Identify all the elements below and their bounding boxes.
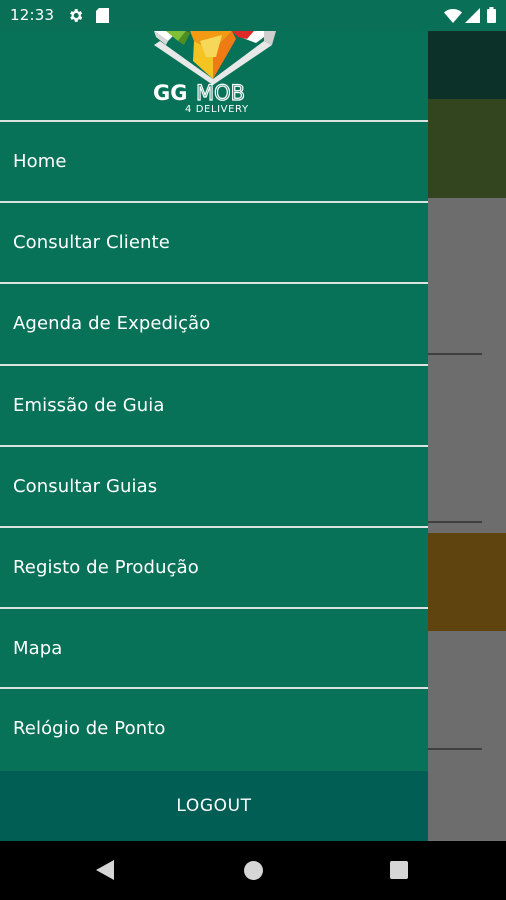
logout-label: LOGOUT — [176, 796, 252, 816]
battery-icon — [487, 7, 496, 27]
status-bar: 12:33 — [0, 0, 506, 31]
menu-item-label: Mapa — [13, 638, 63, 659]
menu-item-relogio-ponto[interactable]: Relógio de Ponto — [0, 689, 428, 768]
background-divider — [428, 748, 482, 750]
cell-signal-icon — [465, 8, 480, 27]
menu-item-label: Agenda de Expedição — [13, 313, 211, 334]
menu-item-emissao-guia[interactable]: Emissão de Guia — [0, 366, 428, 445]
drawer-header: GG MOB 4 DELIVERY — [0, 31, 428, 121]
logo-tagline: 4 DELIVERY — [185, 104, 249, 115]
menu-item-mapa[interactable]: Mapa — [0, 609, 428, 688]
background-content — [428, 198, 506, 840]
logo-gg-text: GG — [153, 81, 187, 105]
menu-item-label: Home — [13, 151, 67, 172]
ggmob-logo: GG MOB 4 DELIVERY — [153, 31, 276, 115]
background-header — [428, 31, 506, 99]
recents-square-icon[interactable] — [390, 861, 408, 879]
background-divider — [428, 521, 482, 523]
menu-item-registo-producao[interactable]: Registo de Produção — [0, 528, 428, 607]
menu-item-home[interactable]: Home — [0, 122, 428, 201]
system-nav-bar — [0, 841, 506, 900]
status-time: 12:33 — [10, 6, 55, 24]
navigation-drawer: GG MOB 4 DELIVERY Home Consultar Cliente… — [0, 31, 428, 841]
menu-item-label: Consultar Guias — [13, 476, 158, 497]
menu-item-label: Relógio de Ponto — [13, 718, 166, 739]
menu-item-label: Registo de Produção — [13, 557, 199, 578]
menu-item-consultar-guias[interactable]: Consultar Guias — [0, 447, 428, 526]
sd-card-icon — [96, 8, 109, 27]
background-card-olive — [428, 99, 506, 198]
back-icon[interactable] — [96, 860, 114, 884]
logo-mob-text: MOB — [196, 81, 245, 105]
menu-item-label: Consultar Cliente — [13, 232, 170, 253]
background-card-brown — [428, 533, 506, 631]
logout-button[interactable]: LOGOUT — [0, 771, 428, 841]
home-circle-icon[interactable] — [244, 861, 263, 880]
menu-item-agenda-expedicao[interactable]: Agenda de Expedição — [0, 284, 428, 363]
background-divider — [428, 353, 482, 355]
menu-item-label: Emissão de Guia — [13, 395, 165, 416]
menu-item-consultar-cliente[interactable]: Consultar Cliente — [0, 203, 428, 282]
settings-gear-icon — [67, 7, 84, 28]
wifi-icon — [444, 8, 462, 27]
